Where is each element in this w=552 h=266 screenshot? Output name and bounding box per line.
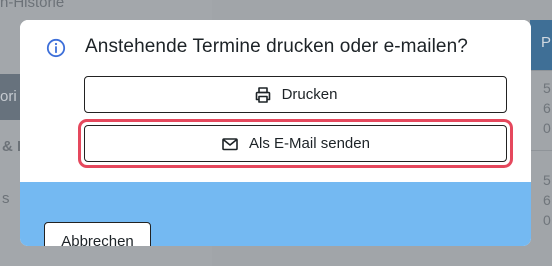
send-email-button-label: Als E-Mail senden — [249, 135, 370, 152]
print-or-email-dialog: Anstehende Termine drucken oder e-mailen… — [20, 20, 531, 246]
printer-icon — [255, 86, 270, 103]
background-cell: 0 — [543, 212, 551, 228]
background-cell: 5 — [543, 172, 551, 188]
info-circle-icon — [46, 38, 66, 58]
dialog-footer: Abbrechen — [20, 182, 531, 246]
background-row-divider — [530, 70, 552, 71]
background-cell: 6 — [543, 100, 551, 116]
screen: n-Historie ori & E s P 5 6 0 5 6 0 Anste… — [0, 0, 552, 266]
print-button[interactable]: Drucken — [84, 76, 507, 113]
background-row-divider — [530, 150, 552, 151]
background-sidebar-text: ori — [0, 88, 17, 105]
cancel-button[interactable]: Abbrechen — [44, 222, 151, 246]
background-sidebar-text: s — [2, 190, 10, 207]
dialog-body: Anstehende Termine drucken oder e-mailen… — [20, 20, 531, 182]
send-email-button[interactable]: Als E-Mail senden — [84, 125, 507, 162]
background-sidebar-text: n-Historie — [0, 0, 65, 11]
print-button-label: Drucken — [281, 86, 338, 103]
background-table-header-text: P — [541, 34, 552, 51]
envelope-icon — [222, 137, 238, 150]
background-cell: 0 — [543, 120, 551, 136]
background-cell: 6 — [543, 192, 551, 208]
dialog-title: Anstehende Termine drucken oder e-mailen… — [85, 36, 468, 57]
background-cell: 5 — [543, 80, 551, 96]
